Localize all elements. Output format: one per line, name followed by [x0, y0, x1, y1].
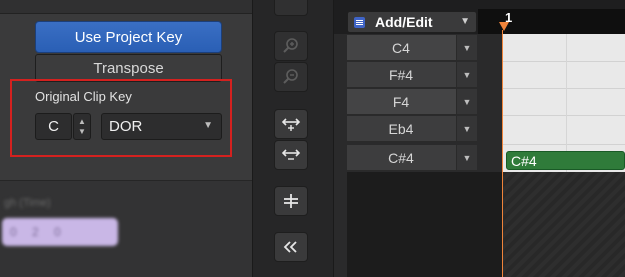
key-note-field[interactable]: C [35, 113, 72, 140]
pitch-label: Eb4 [388, 120, 414, 137]
double-chevron-left-icon [283, 241, 297, 253]
add-edit-label: Add/Edit [375, 14, 433, 30]
fit-button[interactable] [274, 186, 308, 216]
menu-lines-icon [354, 16, 365, 28]
grid-row-line [502, 88, 625, 89]
pitch-label: C4 [392, 39, 410, 56]
pitch-row[interactable]: C4 ▼ [347, 35, 477, 61]
pitch-label: C#4 [388, 149, 414, 166]
key-note-stepper[interactable]: ▲ ▼ [73, 113, 91, 140]
zoom-in-button[interactable] [274, 31, 308, 61]
chevron-down-icon: ▼ [203, 120, 213, 131]
pitch-label: F#4 [388, 66, 414, 83]
collapse-panel-button[interactable] [274, 232, 308, 262]
pitch-row[interactable]: Eb4 ▼ [347, 116, 477, 142]
midi-note[interactable]: C#4 [506, 151, 625, 170]
pitch-row[interactable]: C#4 ▼ [347, 145, 477, 171]
tool-button-partial[interactable] [274, 0, 308, 16]
original-clip-key-label: Original Clip Key [35, 89, 132, 104]
expand-lanes-button[interactable] [274, 109, 308, 139]
zoom-in-icon [283, 38, 298, 53]
zoom-out-icon [283, 69, 298, 84]
panel-top-bar [0, 0, 252, 14]
collapse-vertical-icon [281, 149, 301, 160]
chevron-down-icon: ▼ [460, 16, 470, 27]
grid-row-line [502, 144, 625, 145]
add-edit-menu[interactable]: Add/Edit ▼ [347, 11, 477, 33]
chevron-down-icon[interactable]: ▼ [456, 62, 477, 87]
playhead-marker-icon[interactable] [499, 22, 509, 31]
transpose-button[interactable]: Transpose [35, 54, 222, 82]
mode-select-value: DOR [109, 118, 143, 135]
zoom-out-button[interactable] [274, 62, 308, 92]
grid-row-line [502, 61, 625, 62]
playhead-line[interactable] [502, 30, 503, 277]
use-project-key-button[interactable]: Use Project Key [35, 21, 222, 53]
grid-empty-area [502, 172, 625, 277]
pitch-label: F4 [392, 93, 410, 110]
chevron-down-icon[interactable]: ▼ [456, 116, 477, 141]
blurred-value-field[interactable]: 0 2 0 [2, 218, 118, 246]
blurred-label: gh (Time) [4, 197, 51, 209]
stepper-down-icon[interactable]: ▼ [78, 127, 86, 137]
chevron-down-icon[interactable]: ▼ [456, 35, 477, 60]
stepper-up-icon[interactable]: ▲ [78, 117, 86, 127]
chevron-down-icon[interactable]: ▼ [456, 89, 477, 114]
grid-row-line [502, 115, 625, 116]
pitch-list-empty-area [347, 172, 502, 277]
fit-icon [284, 194, 298, 208]
chevron-down-icon[interactable]: ▼ [456, 145, 477, 170]
collapse-lanes-button[interactable] [274, 140, 308, 170]
pitch-row[interactable]: F4 ▼ [347, 89, 477, 115]
expand-vertical-icon [281, 118, 301, 131]
mode-select[interactable]: DOR ▼ [101, 113, 222, 140]
pitch-row[interactable]: F#4 ▼ [347, 62, 477, 88]
